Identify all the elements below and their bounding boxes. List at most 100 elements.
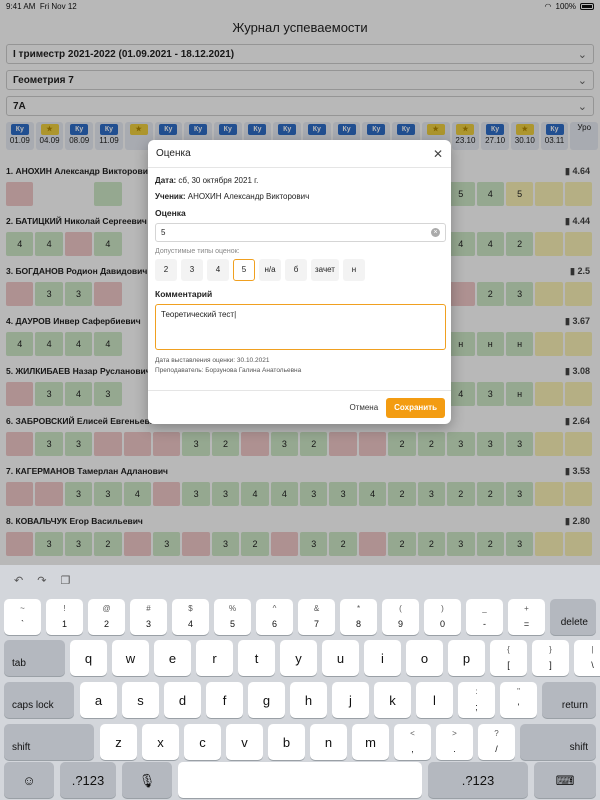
key-2[interactable]: @2	[88, 599, 125, 635]
dialog-header: Оценка ✕	[148, 140, 451, 168]
grade-type-chip[interactable]: 2	[155, 259, 177, 281]
key-label: 0	[439, 619, 445, 629]
hide-keyboard-key[interactable]: ⌨	[534, 762, 596, 798]
delete-key[interactable]: delete	[550, 599, 596, 635]
grade-type-chip[interactable]: 3	[181, 259, 203, 281]
key-label: v	[241, 735, 248, 750]
key-f[interactable]: f	[206, 682, 243, 718]
key--[interactable]: _ -	[466, 599, 503, 635]
key-7[interactable]: & 7	[298, 599, 335, 635]
tab-key[interactable]: tab	[4, 640, 65, 676]
key-t[interactable]: t	[238, 640, 275, 676]
caps-lock-key[interactable]: caps lock	[4, 682, 74, 718]
return-key[interactable]: return	[542, 682, 596, 718]
close-icon[interactable]: ✕	[433, 147, 443, 161]
key-quote-0[interactable]: :;	[458, 682, 495, 718]
keyboard: ↶ ↷ ❐ ~ `! 1 @2 #3 $4% 5 ^ 6 & 7 * 8(9) 0 _ - + = delete ta…	[0, 565, 600, 800]
key-=[interactable]: + =	[508, 599, 545, 635]
key-i[interactable]: i	[364, 640, 401, 676]
key-b[interactable]: b	[268, 724, 305, 760]
comment-field[interactable]: Теоретический тест|	[155, 304, 446, 350]
date-line: Дата: сб, 30 октября 2021 г.	[155, 176, 444, 185]
key-label: q	[84, 651, 93, 666]
key-shift-label: &	[313, 604, 320, 613]
redo-icon[interactable]: ↷	[37, 574, 46, 587]
space-key[interactable]	[178, 762, 422, 798]
numbers-key-left[interactable]: .?123	[60, 762, 116, 798]
key-8[interactable]: * 8	[340, 599, 377, 635]
shift-key-left[interactable]: shift	[4, 724, 94, 760]
key-1[interactable]: ! 1	[46, 599, 83, 635]
key-label: u	[336, 651, 345, 666]
grade-type-chip[interactable]: н	[342, 259, 365, 281]
key-p[interactable]: p	[448, 640, 485, 676]
key-\[interactable]: | \	[574, 640, 600, 676]
key-label: p	[462, 651, 471, 666]
key-k[interactable]: k	[374, 682, 411, 718]
key-punct-2[interactable]: ? /	[478, 724, 515, 760]
key-u[interactable]: u	[322, 640, 359, 676]
key-y[interactable]: y	[280, 640, 317, 676]
key-9[interactable]: (9	[382, 599, 419, 635]
grade-type-chip[interactable]: н/а	[259, 259, 281, 281]
key-][interactable]: }]	[532, 640, 569, 676]
key-label: return	[561, 700, 588, 711]
key-label: -	[483, 619, 486, 629]
key-h[interactable]: h	[290, 682, 327, 718]
key-[[interactable]: {[	[490, 640, 527, 676]
key-z[interactable]: z	[100, 724, 137, 760]
key-label: .	[453, 744, 456, 754]
key-v[interactable]: v	[226, 724, 263, 760]
key-r[interactable]: r	[196, 640, 233, 676]
key-n[interactable]: n	[310, 724, 347, 760]
dictation-key[interactable]: 🎙	[122, 762, 172, 798]
grade-dialog: Оценка ✕ Дата: сб, 30 октября 2021 г. Уч…	[148, 140, 451, 424]
key-o[interactable]: o	[406, 640, 443, 676]
key-d[interactable]: d	[164, 682, 201, 718]
teacher-name: Преподаватель: Борзунова Галина Анатолье…	[155, 367, 302, 374]
key-0[interactable]: ) 0	[424, 599, 461, 635]
save-button[interactable]: Сохранить	[386, 397, 445, 418]
shift-key-right[interactable]: shift	[520, 724, 596, 760]
numbers-key-right[interactable]: .?123	[428, 762, 528, 798]
key-c[interactable]: c	[184, 724, 221, 760]
undo-icon[interactable]: ↶	[14, 574, 23, 587]
key-shift-label: ?	[494, 729, 499, 738]
grade-type-chip[interactable]: 5	[233, 259, 255, 281]
key-m[interactable]: m	[352, 724, 389, 760]
key-quote-1[interactable]: " '	[500, 682, 537, 718]
cancel-button[interactable]: Отмена	[349, 403, 378, 412]
key-label: ;	[475, 702, 478, 712]
key-l[interactable]: l	[416, 682, 453, 718]
key-label: ]	[549, 660, 552, 670]
grade-type-chip[interactable]: б	[285, 259, 307, 281]
key-label: 7	[313, 619, 319, 629]
paste-icon[interactable]: ❐	[60, 574, 70, 587]
key-shift-label: <	[410, 729, 415, 738]
key-shift-label: ^	[272, 604, 277, 613]
key-label: x	[157, 735, 164, 750]
clear-icon[interactable]: ×	[431, 228, 440, 237]
grade-type-chip[interactable]: 4	[207, 259, 229, 281]
key-4[interactable]: $4	[172, 599, 209, 635]
key-q[interactable]: q	[70, 640, 107, 676]
key-3[interactable]: #3	[130, 599, 167, 635]
grade-input[interactable]: 5 ×	[155, 223, 446, 242]
key-punct-0[interactable]: <,	[394, 724, 431, 760]
grade-type-chip[interactable]: зачет	[311, 259, 339, 281]
key-`[interactable]: ~ `	[4, 599, 41, 635]
emoji-key[interactable]: ☺	[4, 762, 54, 798]
key-5[interactable]: % 5	[214, 599, 251, 635]
key-label: j	[349, 693, 352, 708]
key-a[interactable]: a	[80, 682, 117, 718]
key-x[interactable]: x	[142, 724, 179, 760]
key-s[interactable]: s	[122, 682, 159, 718]
key-w[interactable]: w	[112, 640, 149, 676]
key-e[interactable]: e	[154, 640, 191, 676]
key-6[interactable]: ^ 6	[256, 599, 293, 635]
key-g[interactable]: g	[248, 682, 285, 718]
key-punct-1[interactable]: >.	[436, 724, 473, 760]
key-j[interactable]: j	[332, 682, 369, 718]
key-label: 2	[103, 619, 109, 629]
key-label: /	[495, 744, 498, 754]
